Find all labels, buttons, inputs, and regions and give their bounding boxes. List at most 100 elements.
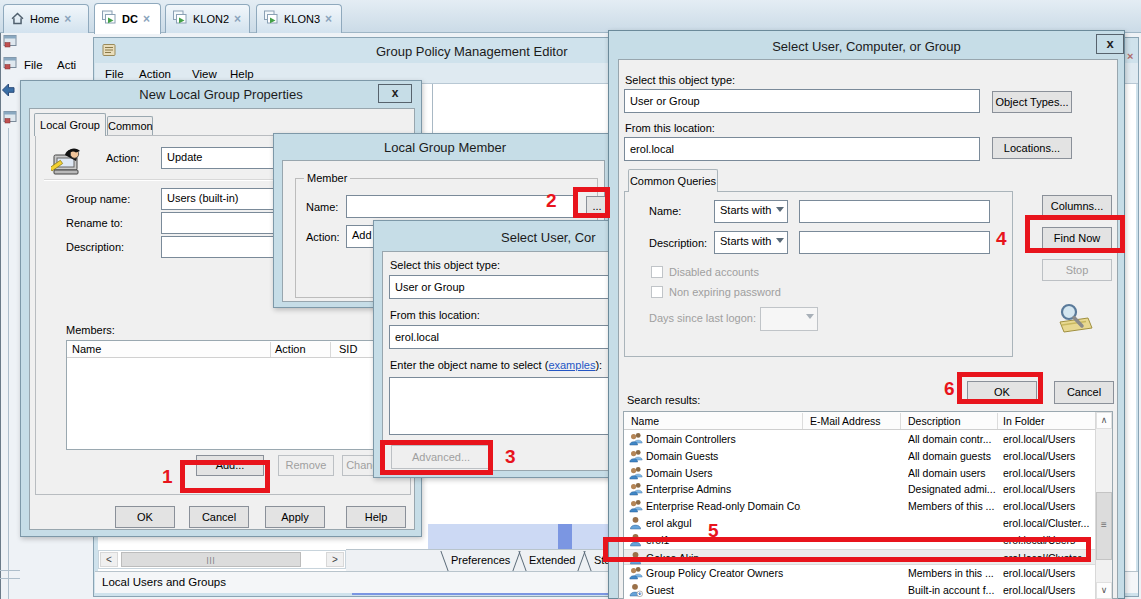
remove-button[interactable]: Remove bbox=[278, 455, 334, 476]
ok-button[interactable]: OK bbox=[115, 506, 175, 528]
select-user-large-dialog: Select User, Computer, or Group x Select… bbox=[608, 30, 1125, 599]
close-icon[interactable]: × bbox=[234, 12, 241, 26]
result-folder: erol.local/Cluster... bbox=[1003, 517, 1095, 529]
cancel-button[interactable]: Cancel bbox=[189, 506, 249, 528]
result-name: Domain Guests bbox=[646, 450, 801, 462]
group-icon bbox=[629, 466, 643, 482]
annotation-box-4 bbox=[1025, 215, 1125, 253]
bg-menu-file[interactable]: File bbox=[24, 59, 43, 71]
tree-scrollbar[interactable]: < ||| > bbox=[98, 550, 346, 569]
annotation-box-2 bbox=[573, 187, 610, 218]
result-row[interactable]: Domain GuestsAll domain guestserol.local… bbox=[624, 448, 1095, 465]
result-row[interactable]: erol akgulerol.local/Cluster... bbox=[624, 515, 1095, 532]
close-icon[interactable]: × bbox=[1127, 50, 1133, 62]
members-col-sid[interactable]: SID bbox=[339, 343, 357, 355]
dialog-title: New Local Group Properties bbox=[21, 87, 421, 102]
result-row[interactable]: Enterprise Read-only Domain Co...Members… bbox=[624, 498, 1095, 515]
group-icon bbox=[629, 432, 643, 448]
group-name-label: Group name: bbox=[66, 193, 130, 205]
columns-button[interactable]: Columns... bbox=[1042, 195, 1112, 217]
sheet-tab-extended[interactable]: Extended bbox=[529, 554, 575, 566]
tab-dc[interactable]: DC × bbox=[94, 3, 161, 34]
home-icon bbox=[10, 11, 25, 28]
result-row[interactable]: GuestBuilt-in account f...erol.local/Use… bbox=[624, 582, 1095, 599]
sheet-tab-preferences[interactable]: Preferences bbox=[451, 554, 510, 566]
scroll-left-icon[interactable]: < bbox=[100, 552, 118, 567]
scroll-up-icon[interactable]: ∧ bbox=[1096, 412, 1112, 429]
close-button[interactable]: x bbox=[378, 84, 412, 103]
result-name: Domain Users bbox=[646, 467, 801, 479]
enter-object-label: Enter the object name to select (example… bbox=[390, 359, 602, 371]
tab-common-queries[interactable]: Common Queries bbox=[628, 169, 718, 192]
result-name: Group Policy Creator Owners bbox=[646, 567, 801, 579]
col-description[interactable]: Description bbox=[908, 415, 961, 427]
tab-common[interactable]: Common bbox=[107, 116, 153, 136]
disabled-accounts-checkbox[interactable] bbox=[651, 266, 663, 278]
annotation-box-3 bbox=[380, 440, 493, 475]
cancel-button[interactable]: Cancel bbox=[1054, 381, 1114, 404]
result-folder: erol.local/Users bbox=[1003, 433, 1095, 445]
scroll-down-icon[interactable]: ∨ bbox=[1096, 582, 1112, 599]
close-button[interactable]: x bbox=[1096, 34, 1124, 54]
cq-desc-op[interactable]: Starts with bbox=[714, 231, 788, 254]
annotation-box-1 bbox=[180, 460, 270, 493]
cq-name-input[interactable] bbox=[799, 200, 990, 223]
close-icon[interactable]: × bbox=[64, 12, 71, 26]
non-expiring-checkbox[interactable] bbox=[651, 286, 663, 298]
col-email[interactable]: E-Mail Address bbox=[810, 415, 881, 427]
tab-label: KLON2 bbox=[193, 13, 229, 25]
dialog-body: Select this object type: User or Group O… bbox=[618, 59, 1118, 599]
result-folder: erol.local/Users bbox=[1003, 483, 1095, 495]
help-button[interactable]: Help bbox=[346, 506, 406, 528]
cq-desc-input[interactable] bbox=[799, 231, 990, 254]
gpme-menu-file[interactable]: File bbox=[105, 68, 124, 80]
tab-klon2[interactable]: KLON2 × bbox=[165, 4, 250, 33]
result-name: Enterprise Admins bbox=[646, 483, 801, 495]
annotation-num-2: 2 bbox=[546, 190, 557, 212]
result-row[interactable]: Enterprise AdminsDesignated admi...erol.… bbox=[624, 481, 1095, 498]
scroll-right-icon[interactable]: > bbox=[326, 552, 344, 567]
result-folder: erol.local/Users bbox=[1003, 584, 1095, 596]
bg-menu-action[interactable]: Acti bbox=[57, 59, 76, 71]
disabled-accounts-label: Disabled accounts bbox=[669, 266, 759, 278]
scroll-thumb[interactable]: ≡ bbox=[1096, 492, 1112, 560]
close-icon[interactable]: × bbox=[143, 12, 150, 26]
result-row[interactable]: Group Policy Creator Owners Members in th… bbox=[624, 565, 1095, 582]
tab-local-group[interactable]: Local Group bbox=[34, 113, 106, 136]
gpme-menu-help[interactable]: Help bbox=[230, 68, 254, 80]
stop-button[interactable]: Stop bbox=[1042, 259, 1112, 281]
col-name[interactable]: Name bbox=[631, 415, 659, 427]
results-header: Name E-Mail Address Description In Folde… bbox=[624, 412, 1095, 430]
tab-klon3[interactable]: KLON3 × bbox=[256, 4, 342, 33]
results-scrollbar[interactable]: ∧ ≡ ∨ bbox=[1095, 412, 1112, 599]
members-col-action[interactable]: Action bbox=[275, 343, 306, 355]
result-description: Members in this ... bbox=[908, 567, 996, 579]
scroll-thumb[interactable]: ||| bbox=[121, 552, 301, 567]
object-types-button[interactable]: Object Types... bbox=[992, 91, 1072, 113]
annotation-num-4: 4 bbox=[996, 228, 1007, 250]
result-row[interactable]: Domain ControllersAll domain contr...ero… bbox=[624, 431, 1095, 448]
object-names-textarea[interactable] bbox=[389, 377, 610, 435]
apply-button[interactable]: Apply bbox=[265, 506, 325, 528]
result-folder: erol.local/Users bbox=[1003, 500, 1095, 512]
object-type-label: Select this object type: bbox=[390, 259, 500, 271]
member-name-input[interactable] bbox=[346, 195, 578, 218]
col-folder[interactable]: In Folder bbox=[1003, 415, 1044, 427]
gpme-menu-action[interactable]: Action bbox=[139, 68, 171, 80]
object-type-value: User or Group bbox=[389, 275, 610, 299]
gpme-menu-view[interactable]: View bbox=[192, 68, 217, 80]
console-icon bbox=[3, 110, 17, 126]
back-arrow-icon[interactable] bbox=[0, 82, 16, 100]
locations-button[interactable]: Locations... bbox=[992, 137, 1072, 159]
members-col-name[interactable]: Name bbox=[72, 343, 101, 355]
cq-name-op[interactable]: Starts with bbox=[714, 200, 788, 223]
days-select[interactable] bbox=[760, 307, 818, 331]
tab-home[interactable]: Home × bbox=[3, 4, 89, 33]
examples-link[interactable]: examples bbox=[548, 359, 595, 371]
result-description: All domain contr... bbox=[908, 433, 996, 445]
tab-label: Home bbox=[30, 13, 59, 25]
chevron-down-icon bbox=[806, 314, 814, 319]
close-icon[interactable]: × bbox=[325, 12, 332, 26]
search-results-label: Search results: bbox=[627, 394, 700, 406]
result-row[interactable]: Domain UsersAll domain userserol.local/U… bbox=[624, 465, 1095, 482]
